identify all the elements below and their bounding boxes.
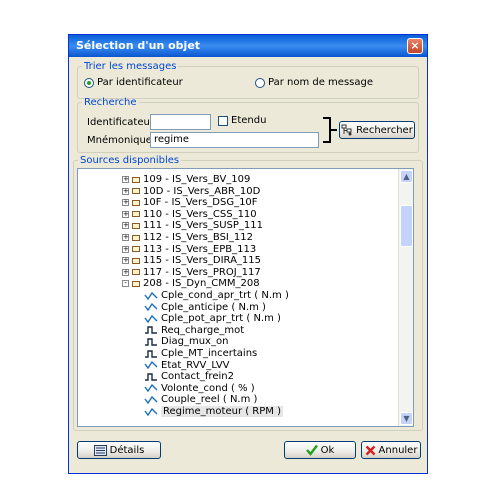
expand-icon[interactable]: + (122, 199, 129, 207)
tree-item-label: 112 - IS_Vers_BSI_112 (143, 232, 253, 243)
tree-item-label: Cple_anticipe ( N.m ) (161, 301, 266, 313)
radio-selected-icon (84, 77, 94, 88)
scroll-thumb[interactable] (400, 205, 413, 247)
collapse-icon[interactable]: - (122, 280, 129, 288)
expand-icon[interactable]: + (122, 187, 129, 195)
tree-item-label: 115 - IS_Vers_DIRA_115 (143, 255, 262, 267)
scroll-down-icon[interactable]: ▼ (400, 412, 413, 425)
tree-item-label: 10D - IS_Vers_ABR_10D (143, 185, 261, 197)
identifier-input[interactable] (150, 114, 211, 130)
message-envelope-icon (132, 269, 140, 276)
expand-icon[interactable]: + (122, 222, 129, 230)
ok-label: Ok (320, 444, 335, 456)
expand-icon[interactable]: + (122, 176, 129, 183)
expand-icon[interactable]: + (122, 257, 129, 265)
message-envelope-icon (132, 234, 140, 241)
expand-icon[interactable]: + (122, 234, 129, 241)
checkmark-icon (305, 444, 318, 456)
digital-signal-icon (145, 349, 157, 358)
close-button[interactable]: × (407, 38, 423, 54)
sources-tree[interactable]: +109 - IS_Vers_BV_109 +10D - IS_Vers_ABR_… (77, 168, 414, 427)
digital-signal-icon (145, 338, 157, 346)
tree-item-label: Regime_moteur ( RPM ) (161, 406, 283, 417)
tree-item-label: 10F - IS_Vers_DSG_10F (143, 197, 258, 209)
tree-item-label: Req_charge_mot (161, 324, 245, 336)
bracket-connector (323, 117, 331, 143)
search-button[interactable]: Rechercher (339, 121, 415, 139)
dialog-window: Sélection d'un objet × Trier les message… (68, 34, 428, 474)
analog-signal-icon (144, 384, 158, 393)
cancel-button[interactable]: Annuler (361, 441, 421, 459)
message-envelope-icon (132, 246, 140, 253)
sort-legend: Trier les messages (84, 61, 177, 72)
ok-button[interactable]: Ok (284, 441, 356, 459)
search-tree-icon (341, 124, 352, 136)
message-envelope-icon (132, 280, 140, 287)
message-envelope-icon (132, 199, 140, 206)
digital-signal-icon (145, 326, 157, 334)
sources-legend: Sources disponibles (80, 155, 180, 166)
message-envelope-icon (132, 176, 140, 183)
cancel-label: Annuler (378, 444, 418, 456)
tree-item-label: Volonte_cond ( % ) (161, 382, 255, 394)
message-envelope-icon (132, 257, 140, 264)
tree-item-label: 117 - IS_Vers_PROJ_117 (143, 266, 261, 278)
analog-signal-icon (144, 407, 158, 416)
sort-by-id-radio[interactable]: Par identificateur (84, 77, 183, 88)
tree-item-label: 109 - IS_Vers_BV_109 (143, 174, 251, 185)
analog-signal-icon (144, 314, 158, 323)
tree-item-label: 113 - IS_Vers_EPB_113 (143, 243, 257, 255)
extended-checkbox[interactable]: Etendu (218, 115, 266, 126)
details-icon (93, 444, 107, 456)
tree-item-label: Etat_RVV_LVV (161, 359, 230, 371)
mnemonic-input[interactable]: regime (150, 132, 319, 148)
tree-item-label: 110 - IS_Vers_CSS_110 (143, 208, 257, 220)
analog-signal-icon (144, 291, 158, 300)
tree-item-label: Contact_frein2 (161, 371, 234, 383)
cancel-x-icon (365, 445, 375, 455)
tree-item-label: 111 - IS_Vers_SUSP_111 (143, 220, 264, 232)
analog-signal-icon (144, 303, 158, 312)
search-button-label: Rechercher (356, 124, 413, 136)
sort-by-name-radio[interactable]: Par nom de message (255, 77, 373, 88)
window-title: Sélection d'un objet (76, 39, 201, 52)
bracket-tick (331, 129, 337, 131)
analog-signal-icon (144, 361, 158, 370)
tree-item-label: Cple_pot_apr_trt ( N.m ) (161, 313, 281, 325)
tree-item-label: Cple_cond_apr_trt ( N.m ) (161, 290, 289, 301)
mnemonic-label: Mnémonique (87, 135, 152, 146)
tree-scrollbar[interactable]: ▲ ▼ (398, 169, 413, 426)
tree-signal-row[interactable]: Regime_moteur ( RPM ) (144, 405, 283, 418)
search-legend: Recherche (84, 97, 137, 108)
checkbox-empty-icon (218, 115, 228, 126)
sort-by-id-label: Par identificateur (97, 77, 183, 88)
tree-item-label: Couple_reel ( N.m ) (161, 394, 258, 406)
details-button[interactable]: Détails (77, 441, 161, 459)
close-icon: × (410, 39, 420, 52)
expand-icon[interactable]: + (122, 210, 129, 218)
message-envelope-icon (132, 188, 140, 195)
identifier-label: Identificateur (87, 117, 154, 128)
title-bar[interactable]: Sélection d'un objet × (69, 35, 427, 57)
tree-item-label: 208 - IS_Dyn_CMM_208 (143, 278, 260, 290)
tree-item-label: Cple_MT_incertains (161, 348, 258, 359)
sort-by-name-label: Par nom de message (268, 77, 373, 88)
radio-empty-icon (255, 77, 265, 88)
tree-item-label: Diag_mux_on (161, 336, 229, 348)
details-label: Détails (109, 444, 145, 456)
extended-label: Etendu (231, 115, 267, 126)
message-envelope-icon (132, 222, 140, 229)
expand-icon[interactable]: + (122, 268, 129, 276)
analog-signal-icon (144, 395, 158, 404)
digital-signal-icon (145, 372, 157, 381)
expand-icon[interactable]: + (122, 245, 129, 253)
scroll-up-icon[interactable]: ▲ (400, 170, 413, 183)
message-envelope-icon (132, 211, 140, 218)
